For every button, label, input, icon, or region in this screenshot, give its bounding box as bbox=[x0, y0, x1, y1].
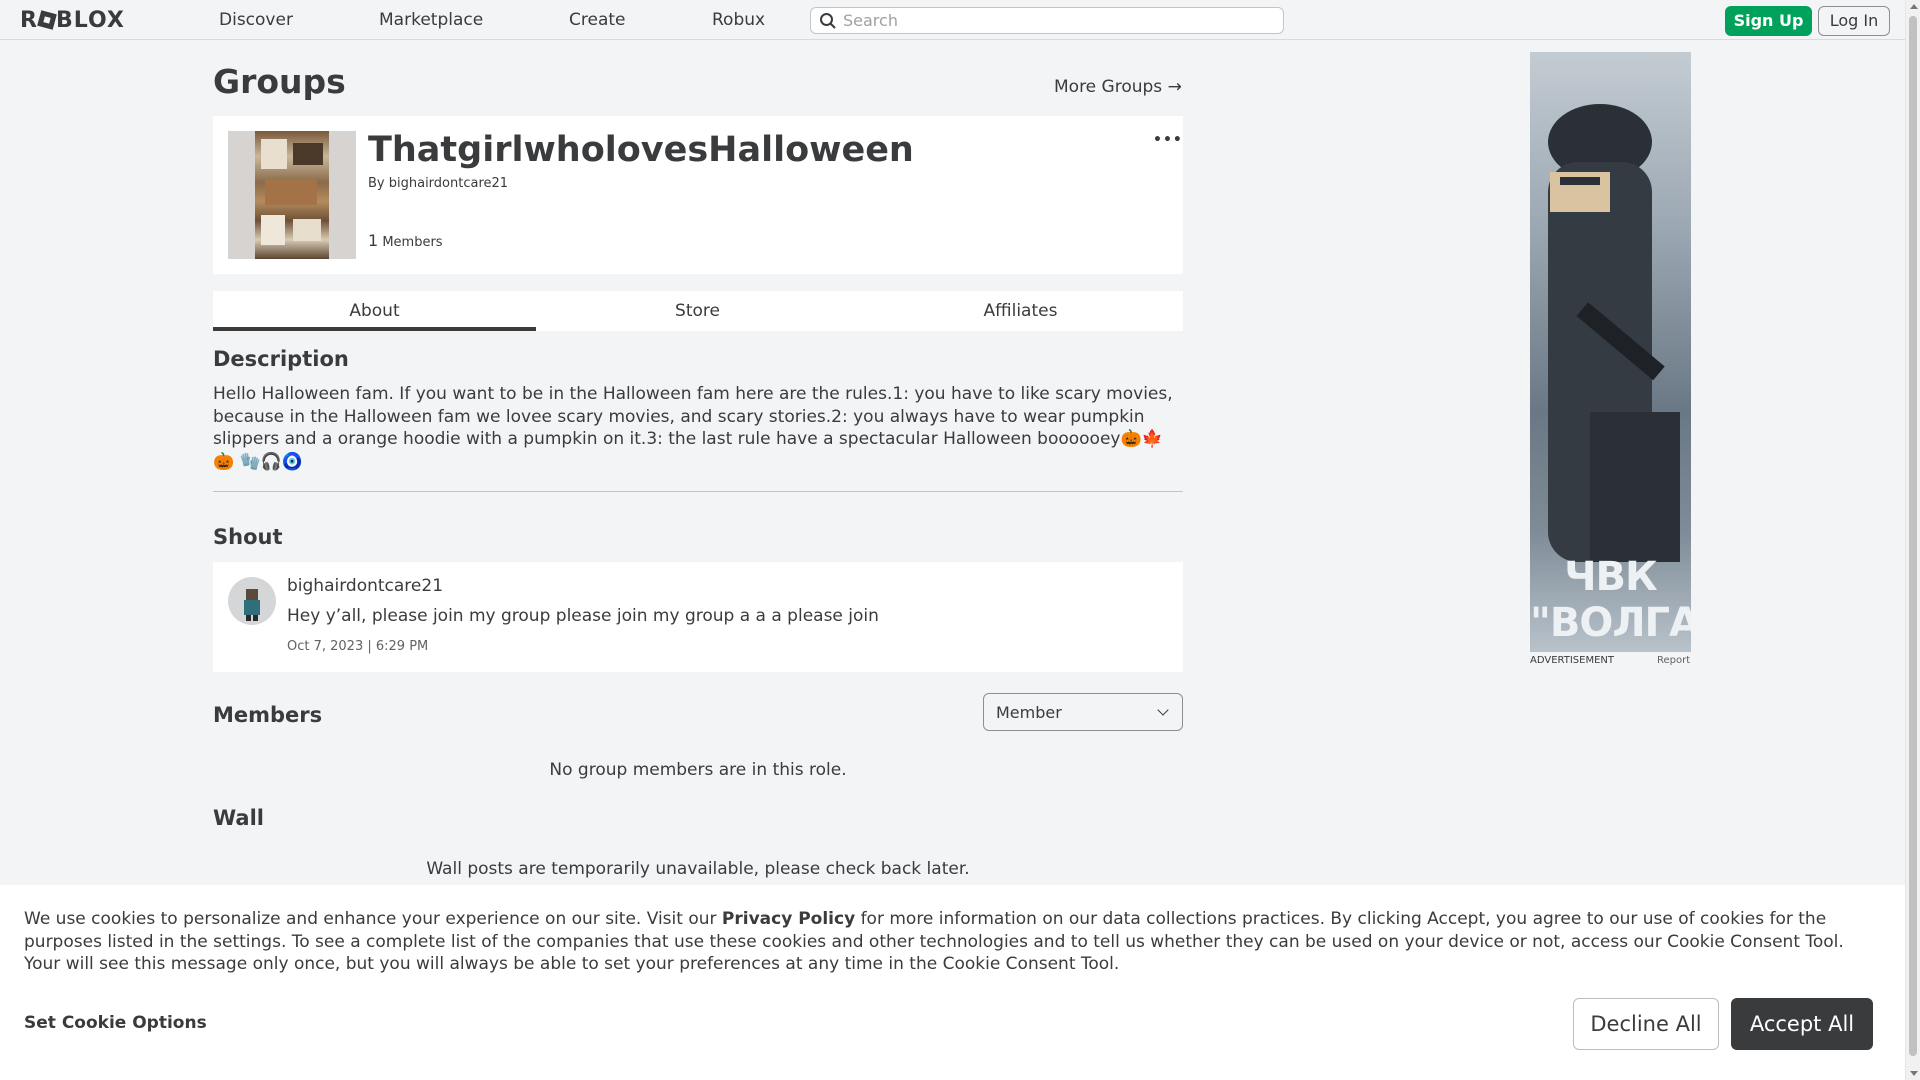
privacy-policy-link[interactable]: Privacy Policy bbox=[722, 909, 855, 929]
group-tabs: About Store Affiliates bbox=[213, 291, 1183, 331]
wall-heading: Wall bbox=[213, 806, 264, 830]
group-thumbnail bbox=[228, 131, 356, 259]
section-divider bbox=[213, 491, 1183, 492]
member-count: 1 Members bbox=[368, 231, 443, 250]
scroll-up-arrow-icon[interactable] bbox=[1910, 4, 1918, 9]
search-box[interactable] bbox=[810, 7, 1284, 34]
accept-all-button[interactable]: Accept All bbox=[1731, 998, 1873, 1050]
cookie-text-before: We use cookies to personalize and enhanc… bbox=[24, 909, 722, 929]
ad-label: ADVERTISEMENT bbox=[1530, 655, 1615, 666]
shout-timestamp: Oct 7, 2023 | 6:29 PM bbox=[287, 639, 429, 654]
members-empty-message: No group members are in this role. bbox=[549, 760, 847, 780]
group-owner-line: By bighairdontcare21 bbox=[368, 176, 508, 191]
roblox-logo[interactable]: R BLOX bbox=[20, 8, 125, 33]
advertisement-banner[interactable]: ЧВК "ВОЛГА" bbox=[1530, 52, 1691, 652]
cookie-consent-banner: We use cookies to personalize and enhanc… bbox=[0, 885, 1905, 1080]
group-description: Hello Halloween fam. If you want to be i… bbox=[213, 384, 1173, 472]
set-cookie-options-link[interactable]: Set Cookie Options bbox=[24, 1013, 207, 1033]
shout-message: Hey y’all, please join my group please j… bbox=[287, 606, 879, 626]
log-in-button[interactable]: Log In bbox=[1818, 6, 1890, 36]
scroll-thumb[interactable] bbox=[1909, 16, 1917, 1056]
wall-empty-message: Wall posts are temporarily unavailable, … bbox=[426, 859, 970, 879]
page-title: Groups bbox=[213, 62, 346, 101]
tab-affiliates[interactable]: Affiliates bbox=[859, 291, 1182, 331]
ad-report-link[interactable]: Report bbox=[1657, 655, 1690, 666]
cookie-message: We use cookies to personalize and enhanc… bbox=[24, 908, 1884, 976]
group-header-card: ThatgirlwholovesHalloween By bighairdont… bbox=[213, 116, 1183, 274]
nav-robux[interactable]: Robux bbox=[712, 10, 765, 30]
nav-marketplace[interactable]: Marketplace bbox=[379, 10, 483, 30]
shout-heading: Shout bbox=[213, 525, 283, 549]
search-input[interactable] bbox=[843, 10, 1273, 31]
member-count-label: Members bbox=[378, 235, 443, 250]
avatar[interactable] bbox=[228, 577, 276, 625]
scroll-down-arrow-icon[interactable] bbox=[1910, 1071, 1918, 1076]
more-options-icon[interactable]: ••• bbox=[1153, 132, 1183, 148]
description-heading: Description bbox=[213, 347, 349, 371]
by-prefix: By bbox=[368, 176, 389, 191]
more-groups-link[interactable]: More Groups → bbox=[1054, 77, 1182, 97]
role-dropdown-value: Member bbox=[996, 703, 1062, 722]
avatar-icon bbox=[244, 589, 260, 621]
shout-author[interactable]: bighairdontcare21 bbox=[287, 576, 443, 596]
nav-discover[interactable]: Discover bbox=[219, 10, 293, 30]
sign-up-button[interactable]: Sign Up bbox=[1725, 6, 1812, 36]
page-scrollbar[interactable] bbox=[1905, 0, 1920, 1080]
group-name: ThatgirlwholovesHalloween bbox=[368, 130, 914, 170]
member-count-value: 1 bbox=[368, 231, 379, 250]
top-navigation-bar: R BLOX Discover Marketplace Create Robux … bbox=[0, 0, 1905, 40]
role-dropdown[interactable]: Member bbox=[983, 693, 1183, 731]
chevron-down-icon bbox=[1157, 704, 1169, 716]
tab-store[interactable]: Store bbox=[536, 291, 859, 331]
tab-about[interactable]: About bbox=[213, 291, 536, 331]
search-icon bbox=[820, 13, 836, 29]
members-heading: Members bbox=[213, 703, 323, 727]
ad-text: ЧВК "ВОЛГА" bbox=[1530, 554, 1691, 646]
shout-card: bighairdontcare21 Hey y’all, please join… bbox=[213, 562, 1183, 672]
decline-all-button[interactable]: Decline All bbox=[1573, 998, 1719, 1050]
group-owner-link[interactable]: bighairdontcare21 bbox=[389, 176, 508, 191]
nav-create[interactable]: Create bbox=[569, 10, 626, 30]
